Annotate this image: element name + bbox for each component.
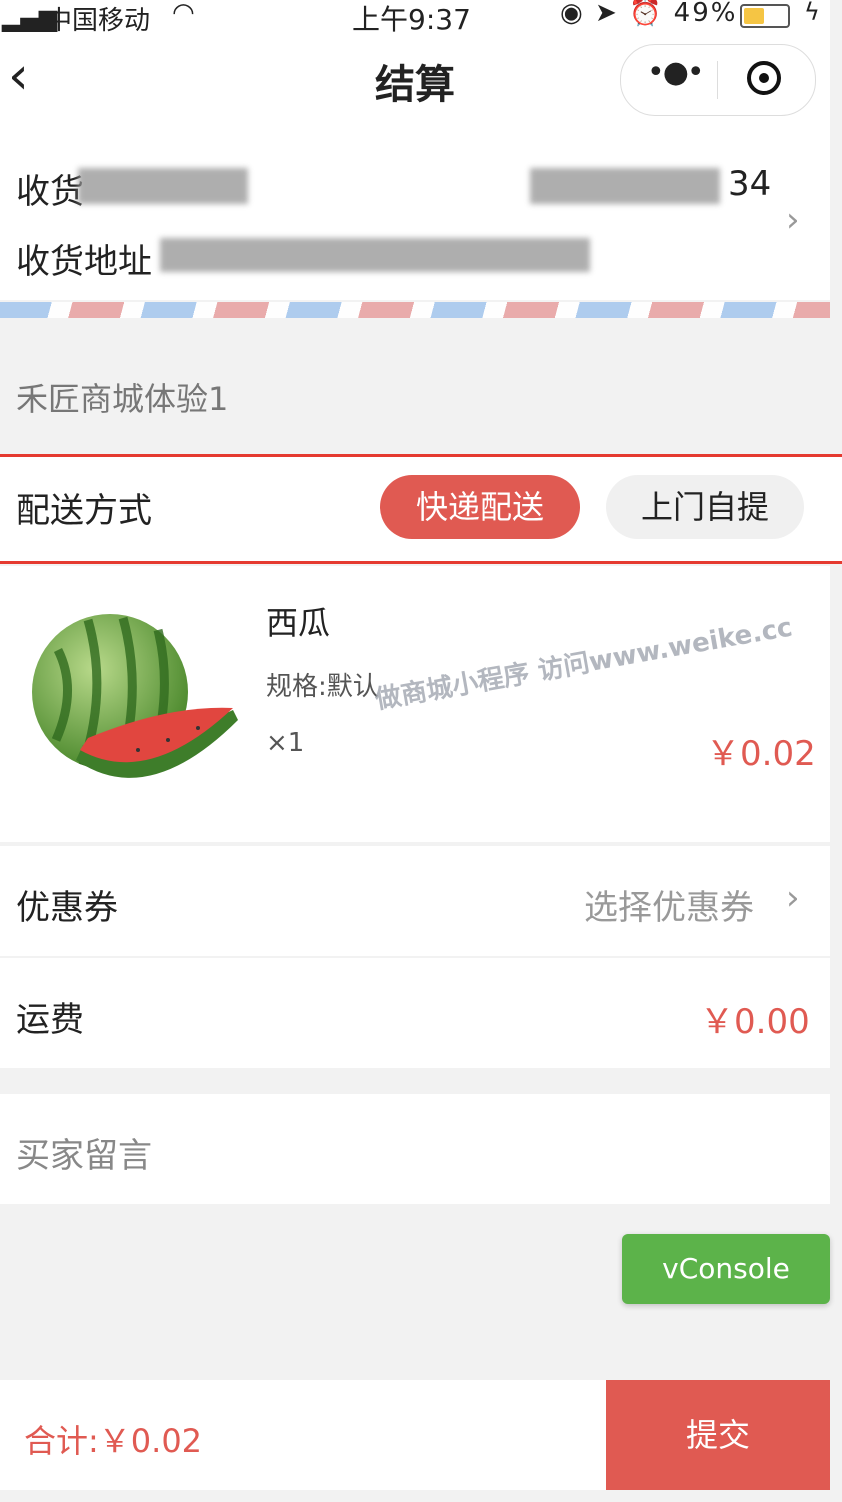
status-icons: ◉ ➤ ⏰ 49% (560, 0, 737, 28)
buyer-message-field[interactable]: 买家留言 (0, 1094, 830, 1204)
watermelon-image (32, 614, 238, 778)
status-bar: ▂▄▆ 中国移动 ◠ 上午9:37 ◉ ➤ ⏰ 49% ϟ (0, 0, 830, 36)
shop-name: 禾匠商城体验1 (16, 380, 229, 418)
receiver-name-redacted (78, 168, 248, 204)
freight-value: ￥0.00 (700, 1002, 810, 1042)
self-pickup-button[interactable]: 上门自提 (606, 475, 804, 539)
delivery-method-row: 配送方式 快递配送 上门自提 (0, 454, 842, 564)
battery-percent: 49% (673, 0, 738, 28)
freight-row: 运费 ￥0.00 (0, 958, 830, 1068)
product-name: 西瓜 (266, 604, 331, 642)
rotation-lock-icon: ◉ (560, 0, 585, 28)
freight-label: 运费 (16, 1000, 84, 1040)
phone-redacted (530, 168, 720, 204)
address-label: 收货地址 (16, 242, 152, 282)
receiver-label: 收货 (16, 172, 84, 212)
address-card[interactable]: 收货 34 收货地址 › (0, 130, 830, 300)
product-spec: 规格:默认 (266, 672, 379, 702)
chevron-right-icon: › (786, 200, 800, 240)
submit-button[interactable]: 提交 (606, 1380, 830, 1490)
mini-program-capsule: •●• (620, 44, 816, 116)
product-price: ￥0.02 (706, 734, 816, 774)
carrier-name: 中国移动 (46, 6, 151, 36)
battery-icon (740, 4, 790, 28)
alarm-icon: ⏰ (629, 0, 664, 28)
express-delivery-button[interactable]: 快递配送 (380, 475, 580, 539)
shop-header: 禾匠商城体验1 (0, 340, 830, 446)
status-time: 上午9:37 (352, 3, 471, 36)
close-target-icon[interactable] (747, 61, 781, 95)
coupon-label: 优惠券 (16, 888, 118, 928)
product-quantity: ×1 (266, 728, 305, 758)
charging-icon: ϟ (804, 0, 820, 26)
coupon-value: 选择优惠券 (584, 888, 754, 928)
wifi-icon: ◠ (172, 0, 195, 28)
order-total: 合计:￥0.02 (24, 1422, 203, 1460)
address-redacted (160, 238, 590, 272)
location-icon: ➤ (594, 0, 619, 28)
checkout-footer: 合计:￥0.02 提交 (0, 1380, 830, 1490)
delivery-label: 配送方式 (16, 491, 152, 531)
vconsole-button[interactable]: vConsole (622, 1234, 830, 1304)
capsule-divider (717, 61, 718, 99)
envelope-stripe (0, 302, 830, 318)
chevron-right-icon: › (786, 878, 800, 918)
more-icon[interactable]: •●• (647, 55, 705, 90)
buyer-message-placeholder: 买家留言 (16, 1136, 152, 1176)
nav-bar: ‹ 结算 •●• (0, 34, 830, 130)
phone-suffix: 34 (728, 164, 772, 204)
coupon-row[interactable]: 优惠券 选择优惠券 › (0, 846, 830, 956)
